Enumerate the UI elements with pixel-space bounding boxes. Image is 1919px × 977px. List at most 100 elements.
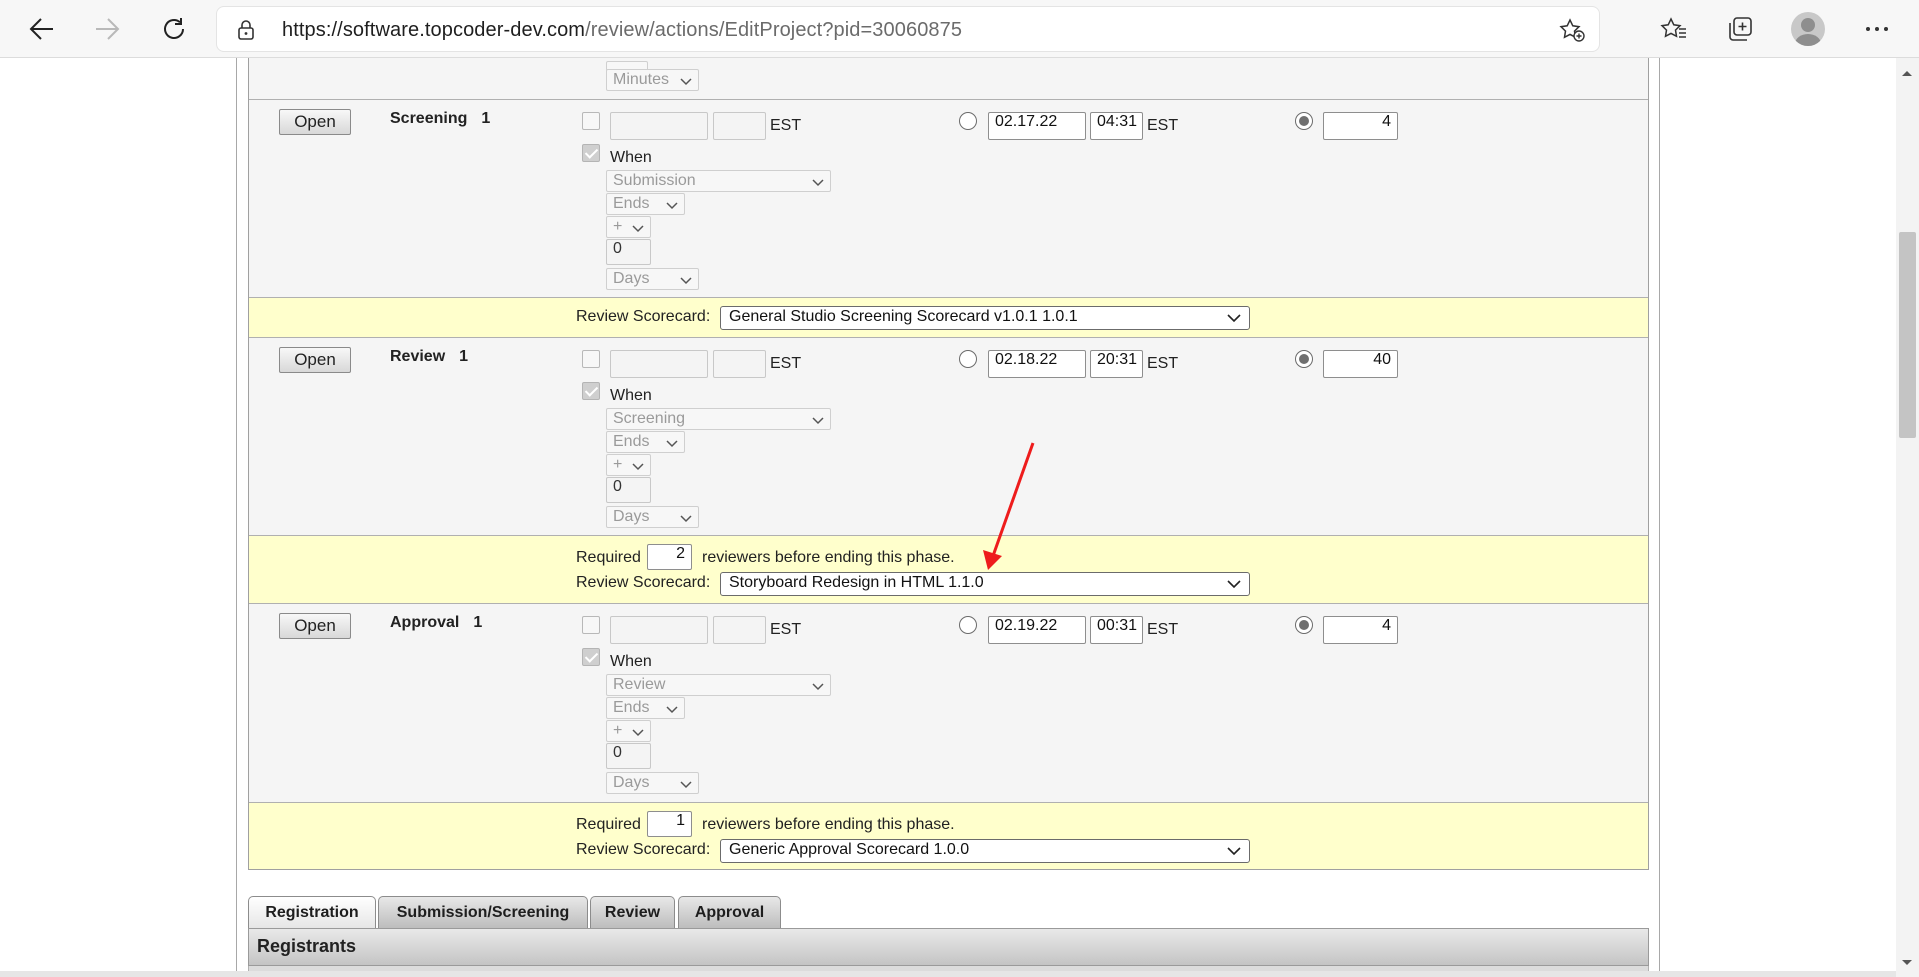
fixed-start-checkbox[interactable] (582, 350, 600, 368)
phase-name-review: Review 1 (390, 348, 468, 366)
tab-registration[interactable]: Registration (248, 896, 376, 928)
start-timezone-label: EST (770, 355, 802, 372)
duration-radio[interactable] (1295, 350, 1313, 368)
phase-row-approval: Open Approval 1 EST When Review Ends + 0 … (248, 603, 1649, 802)
review-scorecard-select[interactable]: General Studio Screening Scorecard v1.0.… (720, 306, 1250, 330)
duration-radio[interactable] (1295, 616, 1313, 634)
offset-unit-select[interactable]: Days (606, 268, 699, 290)
profile-icon[interactable] (1791, 12, 1825, 46)
phase-name-approval: Approval 1 (390, 614, 482, 632)
duration-radio[interactable] (1295, 112, 1313, 130)
end-date-input[interactable]: 02.19.22 (988, 616, 1086, 644)
when-phase-select[interactable]: Screening (606, 408, 831, 430)
offset-value-input[interactable]: 0 (606, 239, 651, 265)
start-time-input[interactable] (713, 350, 766, 378)
when-event-select[interactable]: Ends (606, 193, 685, 215)
phase-name-label: Review (390, 348, 446, 365)
phase-row-previous: Minutes (248, 58, 1649, 100)
when-phase-value: Screening (613, 410, 686, 427)
url-path: /review/actions/EditProject?pid=30060875 (585, 19, 963, 41)
required-reviewers-input[interactable]: 2 (647, 544, 692, 570)
end-time-input[interactable]: 00:31 (1090, 616, 1143, 644)
offset-value-input[interactable]: 0 (606, 743, 651, 769)
when-phase-select[interactable]: Review (606, 674, 831, 696)
review-scorecard-label: Review Scorecard: (576, 574, 711, 591)
end-date-input[interactable]: 02.18.22 (988, 350, 1086, 378)
offset-unit-value: Days (613, 270, 650, 287)
offset-sign-select[interactable]: + (606, 720, 651, 742)
chevron-down-icon (680, 272, 692, 290)
scroll-up-icon[interactable] (1901, 64, 1913, 82)
previous-unit-label: Minutes (613, 71, 670, 88)
back-icon[interactable] (25, 12, 59, 46)
offset-unit-select[interactable]: Days (606, 506, 699, 528)
collections-icon[interactable] (1723, 12, 1757, 46)
end-date-radio[interactable] (959, 350, 977, 368)
phase-number: 1 (473, 614, 483, 631)
favorites-icon[interactable] (1657, 12, 1691, 46)
offset-value-input[interactable]: 0 (606, 477, 651, 503)
scrollbar-thumb[interactable] (1899, 232, 1916, 438)
end-date-radio[interactable] (959, 112, 977, 130)
offset-sign-select[interactable]: + (606, 454, 651, 476)
tab-approval[interactable]: Approval (678, 896, 781, 928)
chevron-down-icon (812, 174, 824, 192)
review-scorecard-value: Generic Approval Scorecard 1.0.0 (729, 841, 970, 858)
offset-sign-value: + (613, 722, 623, 739)
vertical-scrollbar[interactable] (1896, 58, 1919, 977)
lock-icon[interactable] (237, 19, 255, 46)
start-time-input[interactable] (713, 616, 766, 644)
chevron-down-icon (1227, 843, 1241, 861)
phase-number: 1 (459, 348, 469, 365)
offset-unit-select[interactable]: Days (606, 772, 699, 794)
phase-name-screening: Screening 1 (390, 110, 490, 128)
when-checkbox[interactable] (582, 648, 600, 666)
review-scorecard-select[interactable]: Storyboard Redesign in HTML 1.1.0 (720, 572, 1250, 596)
tab-submission-screening[interactable]: Submission/Screening (378, 896, 588, 928)
avatar[interactable] (1791, 12, 1825, 46)
duration-input[interactable]: 40 (1323, 350, 1398, 378)
fixed-start-checkbox[interactable] (582, 616, 600, 634)
fixed-start-checkbox[interactable] (582, 112, 600, 130)
end-timezone-label: EST (1147, 621, 1179, 638)
open-screening-button[interactable]: Open (279, 109, 351, 135)
offset-unit-value: Days (613, 774, 650, 791)
end-date-input[interactable]: 02.17.22 (988, 112, 1086, 140)
when-event-value: Ends (613, 699, 650, 716)
chevron-down-icon (1227, 310, 1241, 328)
required-label: Required (576, 816, 641, 833)
end-date-radio[interactable] (959, 616, 977, 634)
offset-sign-select[interactable]: + (606, 216, 651, 238)
when-event-select[interactable]: Ends (606, 431, 685, 453)
refresh-icon[interactable] (157, 12, 191, 46)
start-date-input[interactable] (610, 350, 708, 378)
open-approval-button[interactable]: Open (279, 613, 351, 639)
url-host: https://software.topcoder-dev.com (282, 19, 586, 41)
end-time-input[interactable]: 04:31 (1090, 112, 1143, 140)
scroll-down-icon[interactable] (1901, 954, 1913, 972)
duration-input[interactable]: 4 (1323, 112, 1398, 140)
when-label: When (610, 149, 652, 166)
url-text[interactable]: https://software.topcoder-dev.com/review… (282, 19, 962, 42)
tab-review[interactable]: Review (590, 896, 675, 928)
open-review-button[interactable]: Open (279, 347, 351, 373)
when-checkbox[interactable] (582, 144, 600, 162)
previous-unit-select[interactable]: Minutes (606, 69, 699, 91)
add-favorite-icon[interactable] (1559, 18, 1585, 47)
duration-input[interactable]: 4 (1323, 616, 1398, 644)
more-icon[interactable] (1860, 12, 1894, 46)
forward-icon[interactable] (90, 12, 124, 46)
start-date-input[interactable] (610, 616, 708, 644)
address-bar[interactable]: https://software.topcoder-dev.com/review… (216, 6, 1600, 52)
start-timezone-label: EST (770, 621, 802, 638)
horizontal-scrollbar[interactable] (0, 971, 1919, 977)
when-event-select[interactable]: Ends (606, 697, 685, 719)
start-timezone-label: EST (770, 117, 802, 134)
review-scorecard-select[interactable]: Generic Approval Scorecard 1.0.0 (720, 839, 1250, 863)
end-time-input[interactable]: 20:31 (1090, 350, 1143, 378)
start-time-input[interactable] (713, 112, 766, 140)
when-checkbox[interactable] (582, 382, 600, 400)
start-date-input[interactable] (610, 112, 708, 140)
when-phase-select[interactable]: Submission (606, 170, 831, 192)
required-reviewers-input[interactable]: 1 (647, 811, 692, 837)
